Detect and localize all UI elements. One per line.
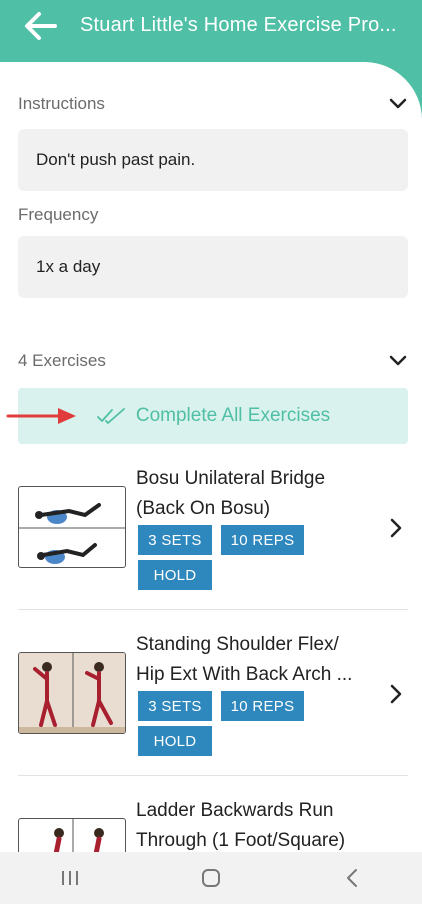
back-icon[interactable] — [322, 858, 382, 898]
annotation-arrow-icon — [6, 408, 76, 424]
sets-badge: 3 SETS — [138, 691, 212, 721]
arrow-left-icon — [25, 12, 57, 40]
chevron-down-icon[interactable] — [388, 94, 408, 114]
exercise-name-line2: Hip Ext With Back Arch ... — [136, 664, 353, 685]
sets-badge: 3 SETS — [138, 525, 212, 555]
page-title: Stuart Little's Home Exercise Pro... — [80, 14, 397, 36]
instructions-label: Instructions — [18, 94, 105, 113]
divider — [18, 609, 408, 610]
instructions-header[interactable]: Instructions — [18, 89, 408, 119]
exercises-header[interactable]: 4 Exercises — [18, 346, 408, 376]
reps-badge: 10 REPS — [221, 691, 304, 721]
chevron-right-icon[interactable] — [388, 516, 404, 540]
chevron-right-icon[interactable] — [388, 682, 404, 706]
exercise-name-line1: Ladder Backwards Run — [136, 800, 334, 821]
exercise-name-line2: (Back On Bosu) — [136, 498, 271, 519]
exercise-name: Ladder Backwards Run Through (1 Foot/Squ… — [136, 796, 386, 852]
recent-apps-icon[interactable] — [40, 858, 100, 898]
exercises-count-label: 4 Exercises — [18, 351, 106, 370]
reps-badge: 10 REPS — [221, 525, 304, 555]
exercise-name-line1: Standing Shoulder Flex/ — [136, 634, 339, 655]
exercise-thumbnail — [18, 818, 126, 852]
exercise-thumbnail — [18, 486, 126, 568]
exercise-item[interactable]: Bosu Unilateral Bridge (Back On Bosu) 3 … — [18, 464, 408, 630]
frequency-value: 1x a day — [18, 236, 408, 298]
divider — [18, 775, 408, 776]
exercise-item[interactable]: Standing Shoulder Flex/ Hip Ext With Bac… — [18, 630, 408, 796]
hold-badge: HOLD — [138, 560, 212, 590]
exercise-name: Standing Shoulder Flex/ Hip Ext With Bac… — [136, 630, 386, 690]
home-icon[interactable] — [181, 858, 241, 898]
double-check-icon — [96, 408, 125, 424]
exercise-name-line2: Through (1 Foot/Square) — [136, 830, 346, 851]
system-nav-bar — [0, 852, 422, 904]
back-button[interactable] — [18, 6, 62, 46]
exercise-name: Bosu Unilateral Bridge (Back On Bosu) — [136, 464, 386, 524]
exercise-item[interactable]: Ladder Backwards Run Through (1 Foot/Squ… — [18, 796, 408, 852]
exercise-name-line1: Bosu Unilateral Bridge — [136, 468, 326, 489]
frequency-label: Frequency — [18, 205, 99, 224]
chevron-down-icon[interactable] — [388, 351, 408, 371]
exercise-thumbnail — [18, 652, 126, 734]
instructions-value: Don't push past pain. — [18, 129, 408, 191]
complete-all-label: Complete All Exercises — [135, 405, 331, 426]
hold-badge: HOLD — [138, 726, 212, 756]
